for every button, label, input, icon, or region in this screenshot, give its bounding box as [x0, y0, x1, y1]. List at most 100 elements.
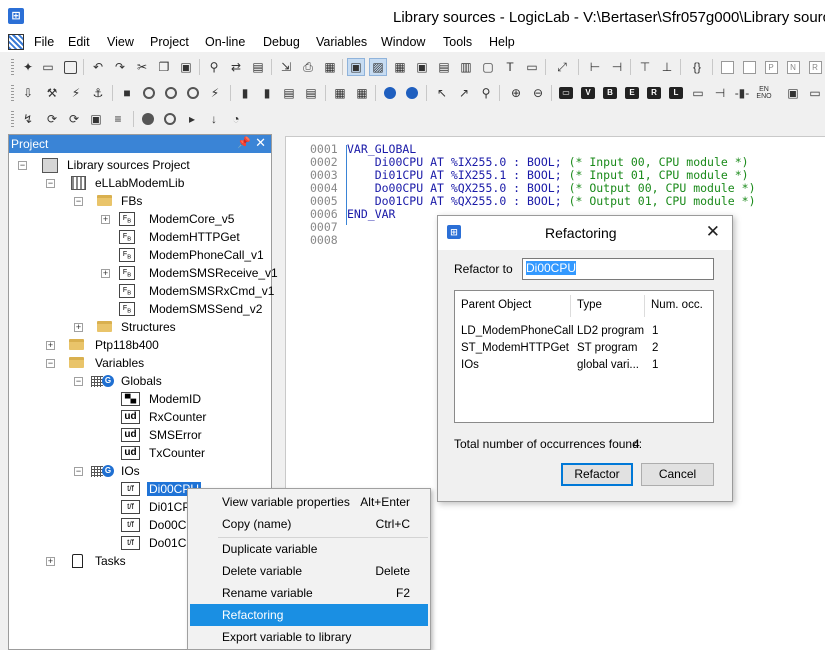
tree-node-library[interactable]: − eLLabModemLib: [9, 175, 271, 193]
tree-node-ptp[interactable]: + Ptp118b400: [9, 337, 271, 355]
replace-icon[interactable]: ⇄: [227, 58, 245, 76]
expand-icon[interactable]: +: [46, 557, 55, 566]
block-icon[interactable]: ▭: [557, 84, 575, 102]
contact-icon[interactable]: ⊣: [711, 84, 729, 102]
collapse-icon[interactable]: −: [74, 197, 83, 206]
en-eno-icon[interactable]: EN ENO: [755, 84, 773, 102]
undo-icon[interactable]: ↶: [89, 58, 107, 76]
tree-node-fb[interactable]: FB ModemSMSSend_v2: [9, 301, 271, 319]
tree-node-fb[interactable]: FB ModemHTTPGet: [9, 229, 271, 247]
collapse-icon[interactable]: −: [18, 161, 27, 170]
module-3-icon[interactable]: ▤: [280, 84, 298, 102]
copy-icon[interactable]: ❐: [155, 58, 173, 76]
paste-icon[interactable]: ▣: [177, 58, 195, 76]
print-preview-icon[interactable]: ▦: [321, 58, 339, 76]
grid-2-icon[interactable]: ▦: [353, 84, 371, 102]
trigger-icon[interactable]: ▸: [183, 110, 201, 128]
menu-item-export-variable-to-library[interactable]: Export variable to library: [190, 626, 428, 648]
tree-node-fb[interactable]: + FB ModemCore_v5: [9, 211, 271, 229]
cancel-button[interactable]: Cancel: [641, 463, 714, 486]
lightning-icon[interactable]: ⚡: [206, 84, 224, 102]
menu-debug[interactable]: Debug: [263, 35, 300, 49]
tree-node-fb[interactable]: + FB ModemSMSReceive_v1: [9, 265, 278, 283]
menu-item-refactoring[interactable]: Refactoring: [190, 604, 428, 626]
stop-icon[interactable]: ■: [118, 84, 136, 102]
box-n-icon[interactable]: N: [784, 58, 802, 76]
box-2-icon[interactable]: [740, 58, 758, 76]
tree-node-globals[interactable]: − G Globals: [9, 373, 271, 391]
menu-window[interactable]: Window: [381, 35, 425, 49]
menu-item-duplicate-variable[interactable]: Duplicate variable: [190, 538, 428, 560]
pointer-icon[interactable]: ↖: [433, 84, 451, 102]
column-header-parent-object[interactable]: Parent Object: [461, 299, 531, 311]
collapse-icon[interactable]: −: [74, 377, 83, 386]
pin-icon[interactable]: 📌: [237, 136, 251, 149]
module-2-icon[interactable]: ▮: [258, 84, 276, 102]
jump-icon[interactable]: ▣: [784, 84, 802, 102]
save-icon[interactable]: [61, 58, 79, 76]
align-bottom-icon[interactable]: ⊥: [658, 58, 676, 76]
menu-item-rename-variable[interactable]: Rename variable F2: [190, 582, 428, 604]
refresh-icon[interactable]: ⟳: [43, 110, 61, 128]
v-block-icon[interactable]: V: [579, 84, 597, 102]
tree-node-fbs[interactable]: − FBs: [9, 193, 271, 211]
view-graph-icon[interactable]: ▭: [523, 58, 541, 76]
align-right-icon[interactable]: ⊣: [608, 58, 626, 76]
align-top-icon[interactable]: ⊤: [636, 58, 654, 76]
tree-node-structures[interactable]: + Structures: [9, 319, 271, 337]
tree-node-fb[interactable]: FB ModemSMSRxCmd_v1: [9, 283, 274, 301]
column-header-num-occ[interactable]: Num. occ.: [651, 299, 703, 311]
tree-node-global-var[interactable]: ud SMSError: [9, 427, 271, 445]
menu-file[interactable]: File: [34, 35, 54, 49]
menu-project[interactable]: Project: [150, 35, 189, 49]
toolbar-grip[interactable]: [11, 59, 14, 75]
graph-icon[interactable]: ◔: [227, 110, 245, 128]
full-screen-icon[interactable]: ⤢: [553, 58, 571, 76]
watch-icon[interactable]: ▣: [87, 110, 105, 128]
print-icon[interactable]: ⎙: [299, 58, 317, 76]
b-block-icon[interactable]: B: [601, 84, 619, 102]
zoom-out-icon[interactable]: ⊖: [529, 84, 547, 102]
r-block-icon[interactable]: R: [645, 84, 663, 102]
menu-edit[interactable]: Edit: [68, 35, 90, 49]
project-menu-icon[interactable]: [8, 34, 24, 50]
compile-icon[interactable]: ⚒: [43, 84, 61, 102]
tree-node-variables[interactable]: − Variables: [9, 355, 271, 373]
expand-icon[interactable]: +: [74, 323, 83, 332]
tree-node-project-root[interactable]: − Library sources Project: [9, 157, 271, 175]
view-oscilloscope-icon[interactable]: ▤: [435, 58, 453, 76]
align-left-icon[interactable]: ⊢: [586, 58, 604, 76]
column-header-type[interactable]: Type: [577, 299, 602, 311]
close-icon[interactable]: ✕: [255, 135, 266, 151]
breakpoint-clear-icon[interactable]: [161, 110, 179, 128]
expand-icon[interactable]: +: [101, 269, 110, 278]
connect-icon[interactable]: ⚡: [67, 84, 85, 102]
close-icon[interactable]: ✕: [706, 222, 720, 242]
menu-item-view-variable-properties[interactable]: View variable properties Alt+Enter: [190, 491, 428, 513]
l-block-icon[interactable]: L: [667, 84, 685, 102]
step-into-icon[interactable]: [140, 84, 158, 102]
box-p-icon[interactable]: P: [762, 58, 780, 76]
collapse-icon[interactable]: −: [46, 179, 55, 188]
refactor-button[interactable]: Refactor: [561, 463, 633, 486]
box-r-icon[interactable]: R: [806, 58, 824, 76]
expand-icon[interactable]: +: [101, 215, 110, 224]
toolbar-grip[interactable]: [11, 111, 14, 127]
refactor-to-input[interactable]: Di00CPU: [522, 258, 714, 280]
run-icon[interactable]: ⟳: [65, 110, 83, 128]
module-4-icon[interactable]: ▤: [302, 84, 320, 102]
tree-node-ios[interactable]: − G IOs: [9, 463, 271, 481]
menu-item-delete-variable[interactable]: Delete variable Delete: [190, 560, 428, 582]
view-library-icon[interactable]: ▦: [391, 58, 409, 76]
view-workspace-icon[interactable]: ▣: [347, 58, 365, 76]
redo-icon[interactable]: ↷: [111, 58, 129, 76]
return-icon[interactable]: ▭: [806, 84, 824, 102]
breakpoint-icon[interactable]: [139, 110, 157, 128]
menu-online[interactable]: On-line: [205, 35, 245, 49]
view-watch-icon[interactable]: ▣: [413, 58, 431, 76]
zoom-icon[interactable]: ⚲: [477, 84, 495, 102]
menu-item-copy-name[interactable]: Copy (name) Ctrl+C: [190, 513, 428, 535]
step-out-icon[interactable]: [184, 84, 202, 102]
disconnect-icon[interactable]: ⚓: [89, 84, 107, 102]
forward-icon[interactable]: [403, 84, 421, 102]
